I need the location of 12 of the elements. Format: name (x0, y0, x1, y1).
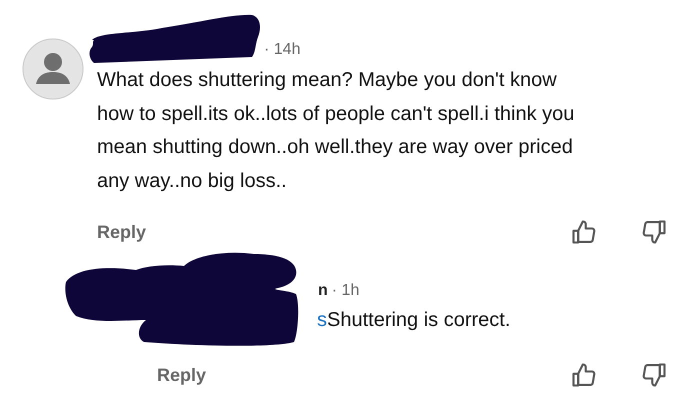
comment-text: What does shuttering mean? Maybe you don't know how to spell.its ok..lots of people can't spell.i think you mean shutting down..oh well.they are way over priced any way..no big loss.. (97, 68, 576, 194)
comment-time: · 1h (332, 281, 360, 301)
comment-text: sShuttering is correct. (316, 308, 512, 333)
thumbs-up-icon[interactable] (570, 218, 598, 246)
thumbs-down-icon[interactable] (640, 361, 668, 389)
comment-time: · 14h (264, 40, 300, 60)
author-name: n (318, 281, 328, 301)
avatar-icon (22, 38, 84, 100)
reply-button[interactable]: Reply (97, 222, 146, 242)
reply-button[interactable]: Reply (157, 364, 206, 386)
thumbs-down-icon[interactable] (640, 218, 668, 246)
thumbs-up-icon[interactable] (570, 361, 598, 389)
